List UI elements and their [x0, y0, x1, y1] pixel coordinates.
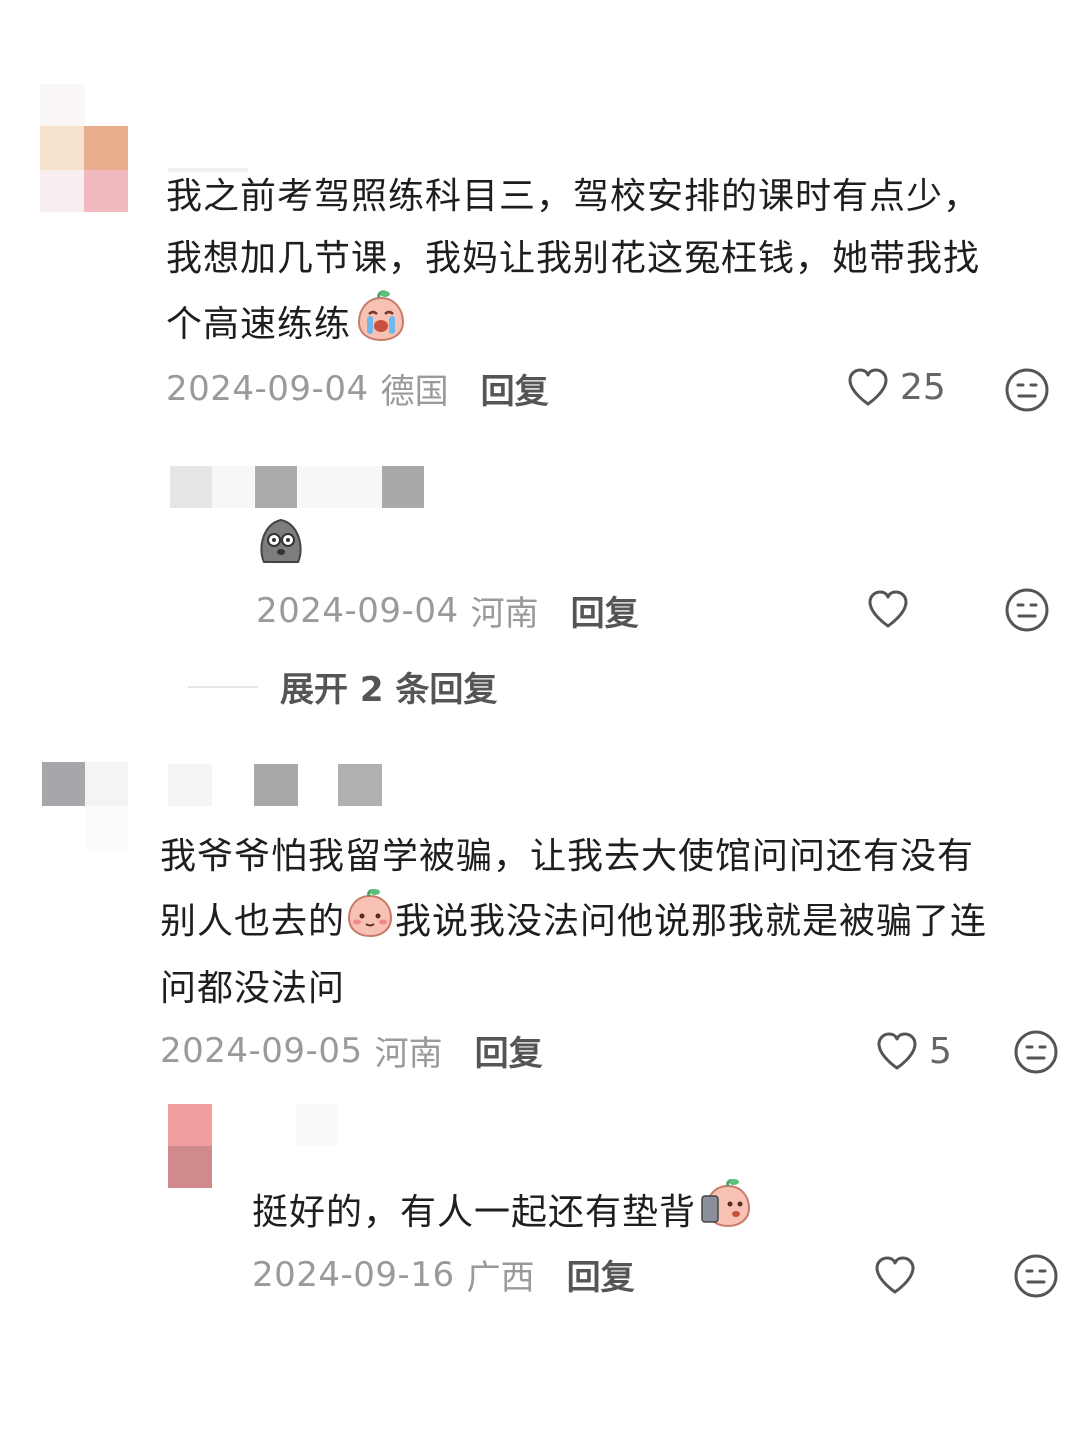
comment-line: 我爷爷怕我留学被骗，让我去大使馆问问还有没有 — [160, 836, 975, 877]
comment-meta: 2024-09-04 德国 回复 — [166, 364, 549, 413]
reply-date: 2024-09-04 — [256, 590, 459, 631]
comment-line: 个高速练练 — [166, 304, 352, 345]
reply-button[interactable]: 回复 — [475, 1026, 543, 1075]
comment-line: 我说我没法问他说那我就是被骗了连 — [395, 901, 988, 942]
peach-phone-emoji — [700, 1178, 752, 1250]
comment-line: 我之前考驾照练科目三，驾校安排的课时有点少， — [166, 176, 981, 217]
comment-date: 2024-09-04 — [166, 368, 369, 409]
avatar[interactable] — [170, 466, 430, 510]
reply-button[interactable]: 回复 — [571, 586, 639, 635]
divider — [188, 685, 258, 688]
reply-button[interactable]: 回复 — [481, 364, 549, 413]
reply-meta: 2024-09-04 河南 回复 — [256, 586, 639, 635]
username[interactable] — [168, 764, 388, 806]
comment-line: 问都没法问 — [160, 968, 346, 1009]
meh-face-icon[interactable] — [1013, 1253, 1059, 1299]
comment-meta: 2024-09-05 河南 回复 — [160, 1026, 543, 1075]
like-button[interactable] — [873, 1254, 927, 1296]
like-button[interactable]: 5 — [875, 1030, 952, 1072]
comment-text: 我爷爷怕我留学被骗，让我去大使馆问问还有没有 别人也去的 我说我没法问他说那我就… — [160, 826, 1060, 1020]
comment-text: 我之前考驾照练科目三，驾校安排的课时有点少， 我想加几节课，我妈让我别花这冤枉钱… — [166, 166, 1046, 362]
reply-line: 挺好的，有人一起还有垫背 — [252, 1192, 697, 1233]
reply-date: 2024-09-16 — [252, 1254, 455, 1295]
meh-face-icon[interactable] — [1004, 367, 1050, 413]
shy-peach-emoji — [345, 888, 395, 958]
comment-location: 河南 — [374, 1034, 443, 1074]
crying-peach-emoji — [355, 290, 407, 362]
like-button[interactable] — [866, 588, 920, 630]
avatar[interactable] — [40, 84, 130, 214]
comment-line: 别人也去的 — [160, 901, 346, 942]
reply-button[interactable]: 回复 — [567, 1250, 635, 1299]
comment-location: 德国 — [380, 372, 449, 412]
shocked-ghost-emoji — [256, 514, 306, 570]
like-count: 5 — [929, 1030, 952, 1072]
comment-date: 2024-09-05 — [160, 1030, 363, 1071]
heart-outline-icon — [848, 368, 888, 406]
meh-face-icon[interactable] — [1004, 587, 1050, 633]
like-button[interactable]: 25 — [846, 366, 946, 408]
like-count: 25 — [900, 366, 946, 408]
avatar[interactable] — [40, 762, 130, 852]
reply-meta: 2024-09-16 广西 回复 — [252, 1250, 635, 1299]
heart-outline-icon — [868, 590, 908, 628]
reply-text: 挺好的，有人一起还有垫背 — [252, 1178, 752, 1250]
heart-outline-icon — [875, 1256, 915, 1294]
heart-outline-icon — [877, 1032, 917, 1070]
expand-replies-button[interactable]: 展开 2 条回复 — [188, 662, 497, 711]
meh-face-icon[interactable] — [1013, 1029, 1059, 1075]
comment-line: 我想加几节课，我妈让我别花这冤枉钱，她带我找 — [166, 238, 981, 279]
reply-location: 河南 — [470, 594, 539, 634]
reply-location: 广西 — [466, 1258, 535, 1298]
expand-replies-label: 展开 2 条回复 — [280, 670, 498, 710]
